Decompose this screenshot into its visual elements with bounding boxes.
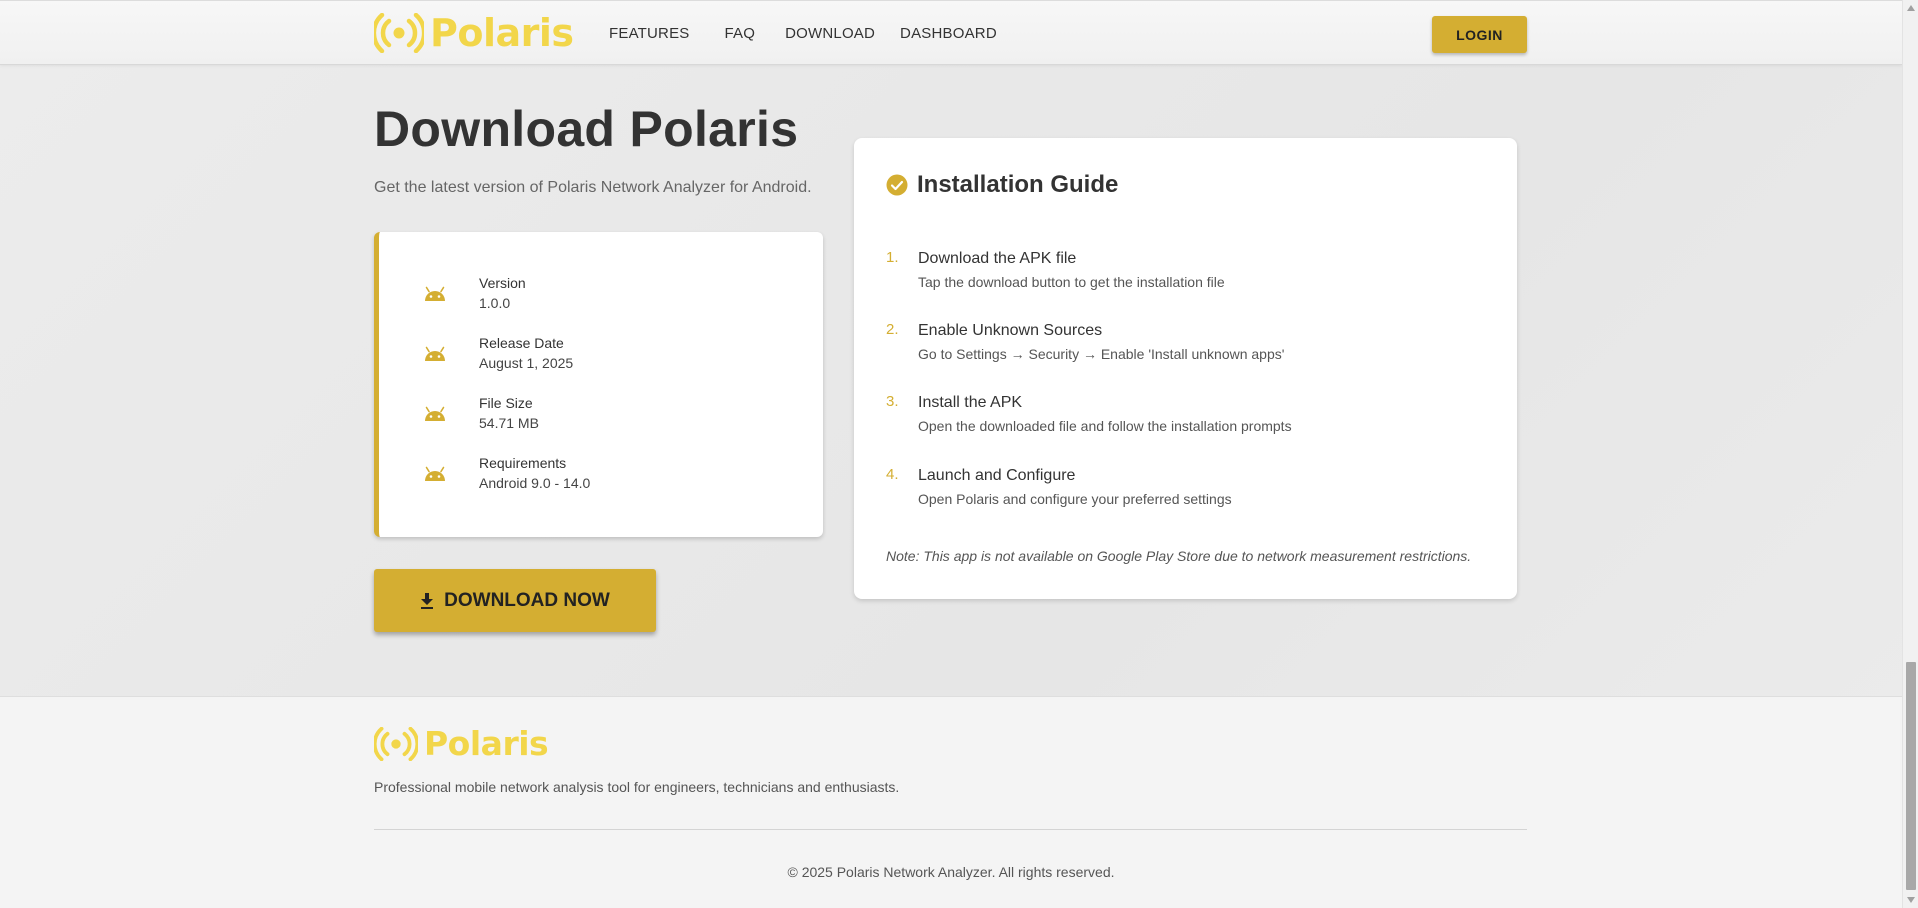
scroll-down-arrow-icon[interactable] (1906, 895, 1916, 905)
guide-note: Note: This app is not available on Googl… (886, 548, 1472, 564)
vertical-scrollbar[interactable] (1902, 0, 1918, 908)
step-description: Open the downloaded file and follow the … (918, 418, 1292, 434)
nav-link-features[interactable]: FEATURES (609, 25, 690, 42)
nav-link-faq[interactable]: FAQ (725, 25, 756, 42)
info-label: Requirements (479, 455, 567, 471)
step-description: Go to Settings → Security → Enable 'Inst… (918, 346, 1285, 362)
guide-header: Installation Guide (886, 171, 1118, 199)
footer: Polaris Professional mobile network anal… (0, 696, 1902, 908)
footer-logo[interactable]: Polaris (374, 724, 549, 763)
footer-divider (374, 829, 1527, 830)
logo-text: Polaris (424, 724, 549, 763)
step-number: 3. (886, 393, 899, 410)
viewport: Polaris FEATURES FAQ DOWNLOAD DASHBOARD … (0, 0, 1902, 908)
download-now-label: DOWNLOAD NOW (444, 589, 610, 611)
footer-tagline: Professional mobile network analysis too… (374, 779, 900, 795)
step-title: Enable Unknown Sources (918, 322, 1103, 339)
info-label: Release Date (479, 335, 564, 351)
step-number: 2. (886, 321, 899, 338)
guide-title: Installation Guide (917, 171, 1119, 198)
page-subtitle: Get the latest version of Polaris Networ… (374, 179, 812, 196)
app-info-card: Version 1.0.0 Release Date August 1, 202… (374, 232, 823, 537)
top-nav-bar: Polaris FEATURES FAQ DOWNLOAD DASHBOARD … (0, 0, 1902, 65)
broadcast-icon (374, 13, 424, 53)
page-title: Download Polaris (374, 101, 799, 157)
nav-link-dashboard[interactable]: DASHBOARD (900, 25, 997, 42)
step-description: Open Polaris and configure your preferre… (918, 491, 1232, 507)
download-now-button[interactable]: DOWNLOAD NOW (374, 569, 656, 632)
header-logo[interactable]: Polaris (374, 13, 574, 53)
check-circle-icon (886, 174, 908, 196)
info-row-release-date: Release Date August 1, 2025 (379, 335, 823, 379)
scrollbar-thumb[interactable] (1906, 662, 1916, 890)
info-value: 1.0.0 (479, 295, 511, 311)
step-title: Launch and Configure (918, 467, 1076, 484)
android-icon (425, 346, 445, 361)
info-value: 54.71 MB (479, 415, 539, 431)
android-icon (425, 286, 445, 301)
step-title: Download the APK file (918, 250, 1077, 267)
download-icon (421, 592, 434, 609)
info-value: August 1, 2025 (479, 355, 574, 371)
info-row-requirements: Requirements Android 9.0 - 14.0 (379, 455, 823, 499)
step-number: 1. (886, 249, 899, 266)
android-icon (425, 406, 445, 421)
step-description: Tap the download button to get the insta… (918, 274, 1225, 290)
main-nav: FEATURES FAQ DOWNLOAD DASHBOARD (609, 25, 1022, 42)
info-value: Android 9.0 - 14.0 (479, 475, 591, 491)
info-label: Version (479, 275, 526, 291)
broadcast-icon (374, 727, 418, 761)
scroll-up-arrow-icon[interactable] (1906, 3, 1916, 13)
nav-link-download[interactable]: DOWNLOAD (785, 25, 875, 42)
logo-text: Polaris (430, 11, 574, 55)
installation-guide-card: Installation Guide 1. Download the APK f… (854, 138, 1517, 599)
android-icon (425, 466, 445, 481)
footer-copyright: © 2025 Polaris Network Analyzer. All rig… (787, 864, 1115, 880)
info-label: File Size (479, 395, 533, 411)
step-number: 4. (886, 466, 899, 483)
info-row-file-size: File Size 54.71 MB (379, 395, 823, 439)
step-title: Install the APK (918, 394, 1023, 411)
info-row-version: Version 1.0.0 (379, 275, 823, 319)
login-button[interactable]: LOGIN (1432, 16, 1527, 53)
